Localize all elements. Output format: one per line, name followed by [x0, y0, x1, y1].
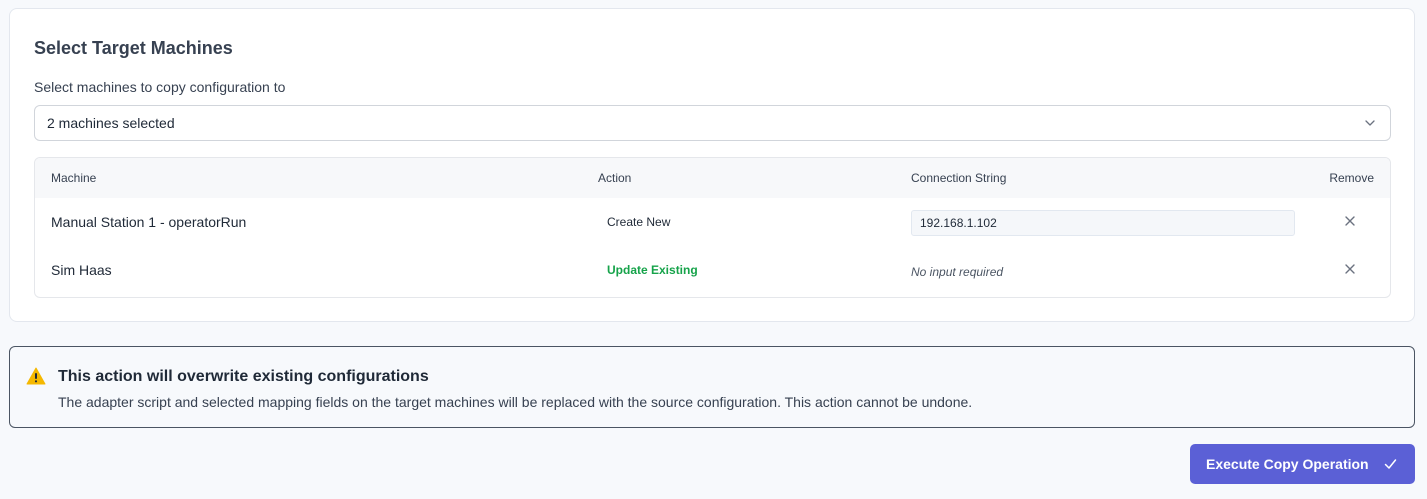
remove-machine-button[interactable] — [1343, 262, 1357, 276]
machine-name: Manual Station 1 - operatorRun — [51, 214, 247, 230]
header-action: Action — [598, 171, 632, 185]
table-header: Machine Action Connection String Remove — [35, 158, 1390, 198]
table-row: Manual Station 1 - operatorRun Create Ne… — [35, 198, 1390, 246]
machine-multiselect[interactable]: 2 machines selected — [34, 105, 1391, 141]
connection-note: No input required — [911, 265, 1004, 279]
target-machines-card: Select Target Machines Select machines t… — [9, 8, 1415, 322]
action-badge: Update Existing — [607, 263, 698, 277]
target-machines-table: Machine Action Connection String Remove … — [34, 157, 1391, 298]
chevron-down-icon — [1365, 120, 1375, 126]
close-icon — [1345, 216, 1355, 226]
card-title: Select Target Machines — [34, 38, 233, 58]
remove-machine-button[interactable] — [1343, 214, 1357, 228]
execute-copy-button[interactable]: Execute Copy Operation — [1190, 444, 1415, 484]
header-remove: Remove — [1329, 171, 1374, 185]
header-connection-string: Connection String — [911, 171, 1007, 185]
alert-title: This action will overwrite existing conf… — [58, 368, 429, 385]
header-machine: Machine — [51, 171, 97, 185]
machine-select-label: Select machines to copy configuration to — [34, 79, 286, 95]
machine-name: Sim Haas — [51, 262, 112, 278]
machine-select-value: 2 machines selected — [47, 115, 175, 131]
alert-body: The adapter script and selected mapping … — [58, 394, 973, 410]
action-badge: Create New — [607, 215, 671, 229]
overwrite-warning-alert: This action will overwrite existing conf… — [9, 346, 1415, 428]
connection-string-input[interactable] — [911, 210, 1295, 236]
warning-icon — [26, 367, 46, 385]
check-icon — [1384, 459, 1397, 469]
execute-copy-label: Execute Copy Operation — [1206, 456, 1369, 472]
close-icon — [1345, 264, 1355, 274]
table-row: Sim Haas Update Existing No input requir… — [35, 246, 1390, 294]
